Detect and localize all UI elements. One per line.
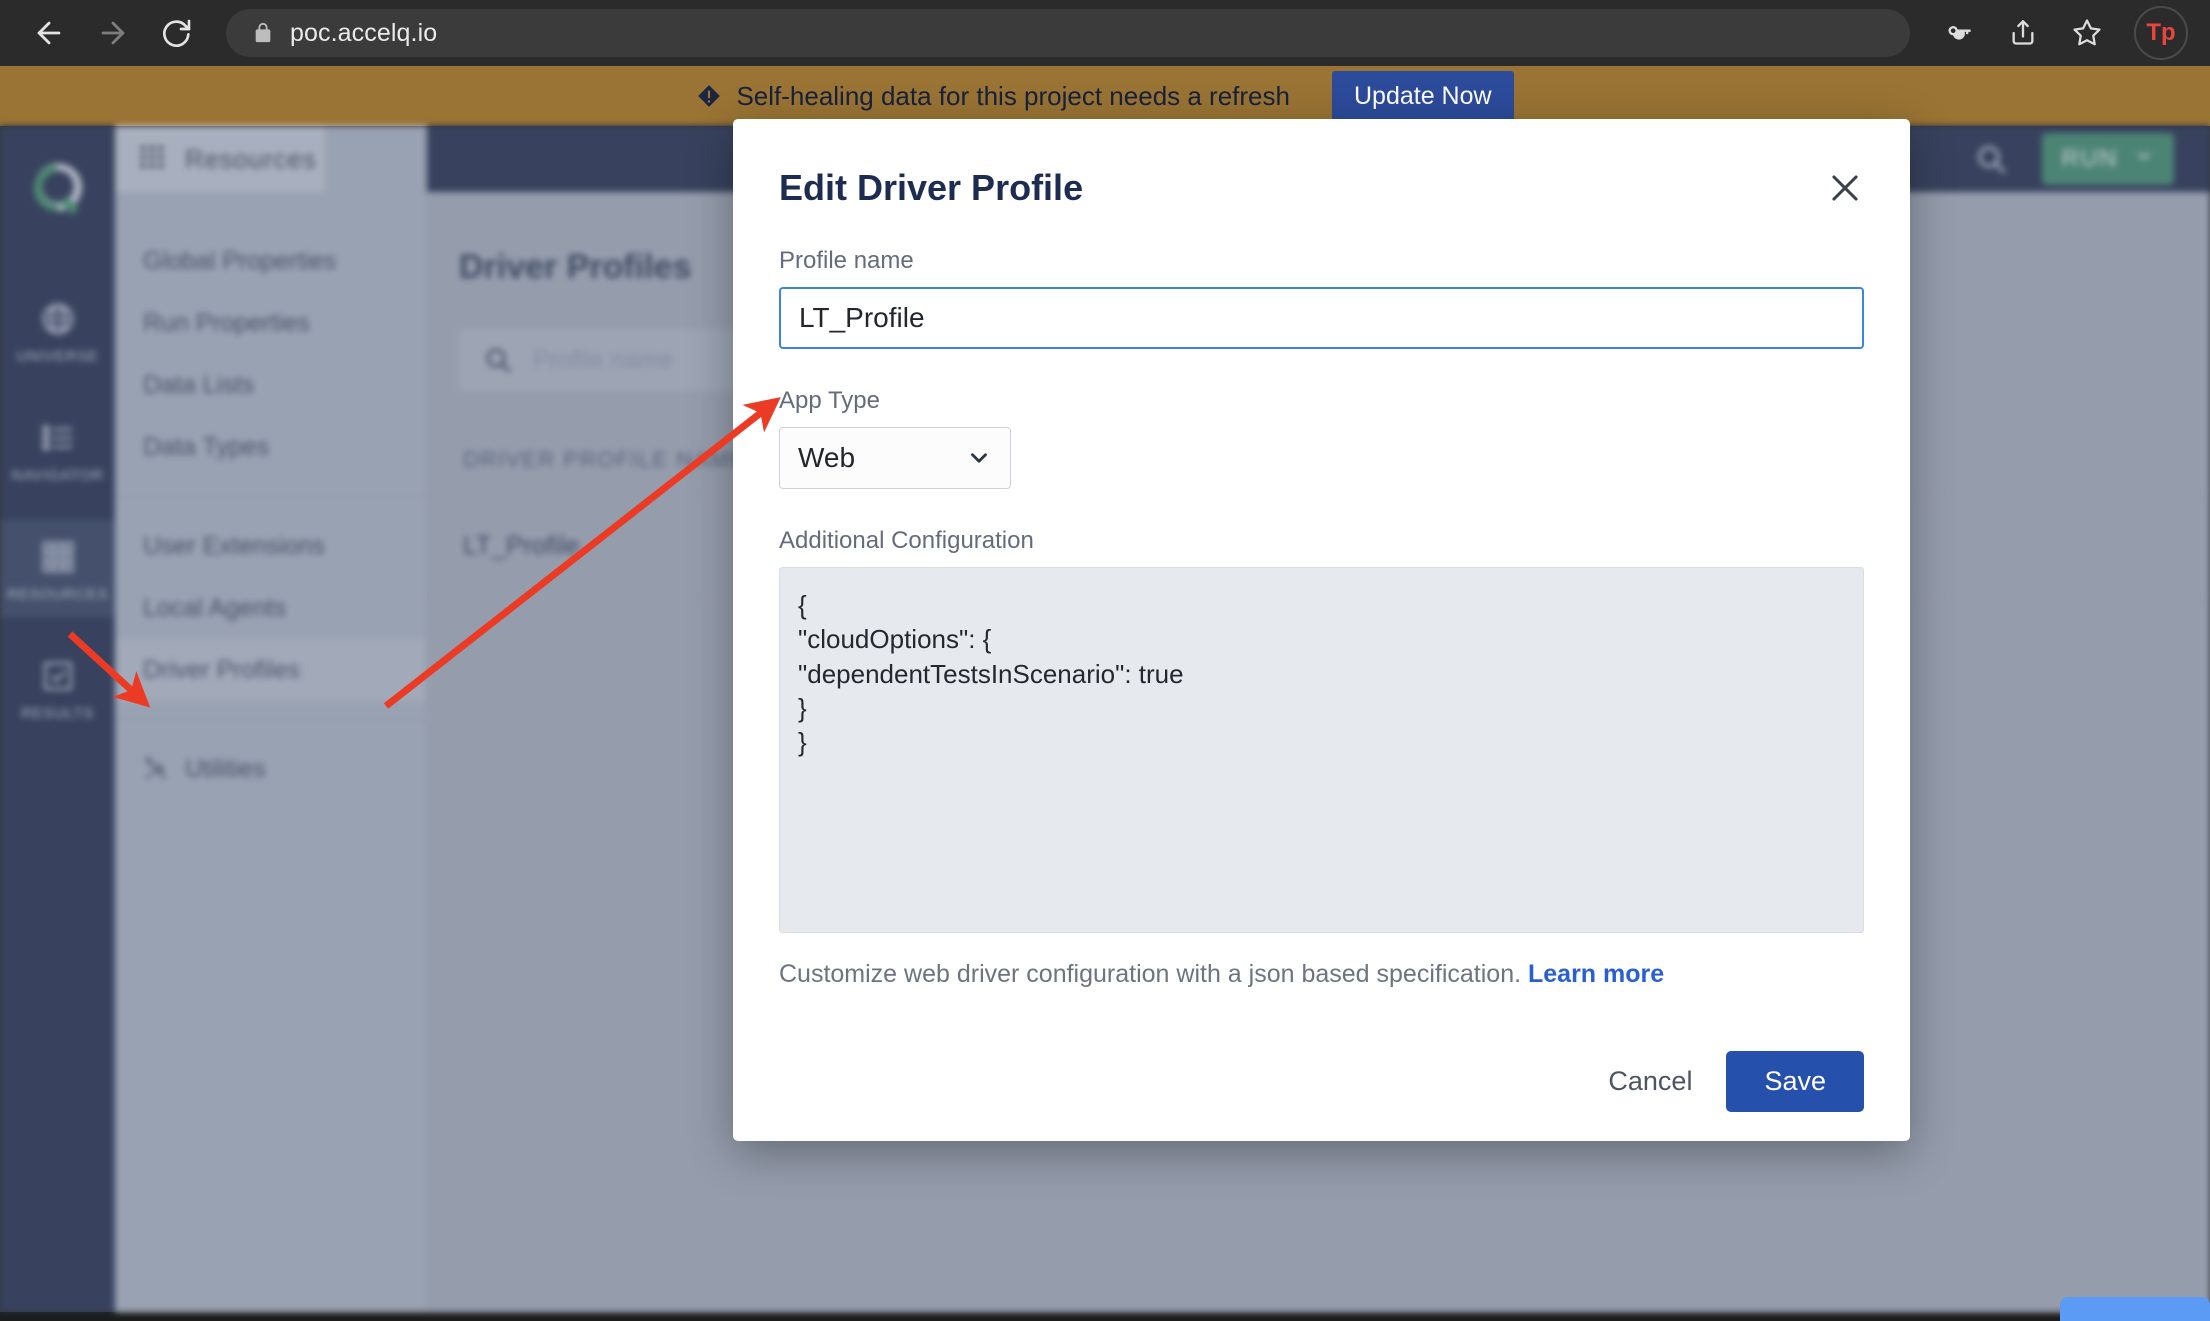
browser-toolbar: poc.accelq.io Tp — [0, 0, 2210, 66]
learn-more-link[interactable]: Learn more — [1528, 960, 1664, 988]
dialog-footer: Cancel Save — [779, 1051, 1864, 1112]
address-bar[interactable]: poc.accelq.io — [226, 9, 1910, 57]
profile-name-input[interactable] — [779, 287, 1864, 349]
info-alert-icon — [696, 83, 722, 109]
app-type-select[interactable]: Web — [779, 427, 1011, 489]
update-now-button[interactable]: Update Now — [1331, 70, 1514, 122]
back-arrow-icon[interactable] — [22, 6, 76, 60]
config-helper-text: Customize web driver configuration with … — [779, 960, 1864, 989]
profile-name-label: Profile name — [779, 247, 914, 274]
dialog-header: Edit Driver Profile — [779, 119, 1864, 209]
lock-icon — [252, 22, 274, 44]
bottom-notification-sliver[interactable] — [2060, 1297, 2210, 1321]
cancel-button[interactable]: Cancel — [1608, 1066, 1692, 1097]
config-helper-sentence: Customize web driver configuration with … — [779, 960, 1522, 988]
reload-icon[interactable] — [150, 6, 204, 60]
edit-driver-profile-dialog: Edit Driver Profile Profile name App Typ… — [733, 119, 1910, 1141]
dialog-title: Edit Driver Profile — [779, 167, 1084, 208]
share-icon[interactable] — [2000, 10, 2046, 56]
url-text: poc.accelq.io — [290, 18, 438, 47]
banner-message: Self-healing data for this project needs… — [736, 80, 1290, 111]
app-type-value: Web — [798, 442, 856, 473]
self-healing-banner: Self-healing data for this project needs… — [0, 66, 2210, 126]
forward-arrow-icon[interactable] — [86, 6, 140, 60]
app-type-label: App Type — [779, 387, 880, 414]
additional-configuration-textarea[interactable] — [779, 567, 1864, 933]
star-icon[interactable] — [2064, 10, 2110, 56]
chevron-down-icon — [966, 445, 992, 471]
save-button[interactable]: Save — [1726, 1051, 1864, 1112]
additional-configuration-label: Additional Configuration — [779, 527, 1034, 554]
close-icon[interactable] — [1826, 169, 1864, 207]
profile-avatar[interactable]: Tp — [2134, 6, 2188, 60]
browser-actions: Tp — [1936, 6, 2188, 60]
key-icon[interactable] — [1936, 10, 1982, 56]
